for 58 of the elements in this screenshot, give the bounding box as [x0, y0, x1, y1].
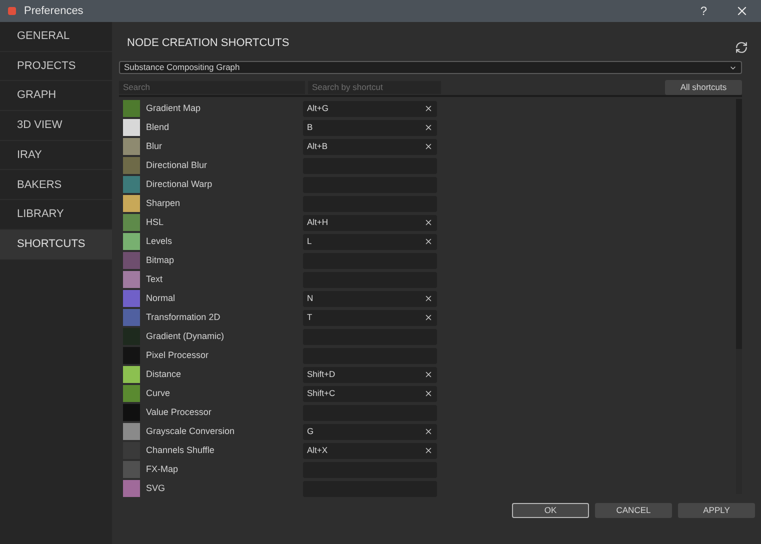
node-name: Transformation 2D [146, 310, 222, 324]
clear-icon[interactable] [424, 389, 433, 398]
node-name: Directional Blur [146, 158, 208, 172]
node-name: Curve [146, 386, 172, 400]
node-name: Blend [146, 120, 170, 134]
shortcut-field[interactable]: N [303, 290, 437, 306]
shortcut-field[interactable]: G [303, 424, 437, 440]
node-name: Blur [146, 140, 164, 153]
shortcut-field[interactable]: Alt+X [303, 442, 437, 458]
dialog-button[interactable]: CANCEL [595, 503, 672, 518]
node-name: Normal [146, 292, 176, 305]
clear-icon[interactable] [424, 218, 433, 227]
clear-icon[interactable] [424, 142, 433, 151]
search-field[interactable]: Search [119, 80, 305, 94]
node-name: Pixel Processor [146, 348, 210, 362]
clear-icon[interactable] [424, 370, 433, 379]
node-name: Directional Warp [146, 178, 214, 191]
shortcut-search-field[interactable]: Search by shortcut [308, 80, 441, 94]
clear-icon[interactable] [424, 123, 433, 132]
clear-icon[interactable] [424, 237, 433, 246]
shortcut-field[interactable]: B [303, 120, 437, 136]
node-name: Levels [146, 234, 174, 248]
app-logo-icon [8, 7, 16, 15]
clear-icon[interactable] [424, 313, 433, 322]
node-name: Distance [146, 368, 182, 381]
close-icon[interactable] [735, 4, 749, 18]
clear-icon[interactable] [424, 294, 433, 303]
clear-icon[interactable] [424, 427, 433, 436]
graph-type-dropdown[interactable]: Substance Compositing Graph [119, 61, 742, 74]
shortcut-field[interactable]: Shift+D [303, 366, 437, 382]
node-name: Sharpen [146, 196, 182, 210]
node-name: HSL [146, 216, 165, 229]
node-name: Bitmap [146, 254, 176, 267]
clear-icon[interactable] [424, 104, 433, 113]
dialog-button[interactable]: OK [512, 503, 589, 518]
dialog-button[interactable]: APPLY [678, 503, 755, 518]
node-name: Gradient Map [146, 102, 202, 115]
clear-icon[interactable] [424, 446, 433, 455]
node-name: Channels Shuffle [146, 444, 216, 457]
all-shortcuts-button[interactable]: All shortcuts [665, 80, 742, 94]
window-title: Preferences [24, 4, 84, 19]
node-name: Text [146, 272, 164, 286]
shortcut-field[interactable]: Alt+B [303, 138, 437, 154]
shortcut-field[interactable]: Alt+H [303, 214, 437, 230]
node-name: FX-Map [146, 462, 180, 476]
sidebar-item[interactable]: SHORTCUTS [0, 230, 112, 260]
shortcut-field[interactable]: T [303, 310, 437, 326]
help-icon[interactable]: ? [700, 2, 707, 20]
panel-title: NODE CREATION SHORTCUTS [127, 36, 290, 51]
shortcut-field[interactable]: Shift+C [303, 386, 437, 402]
node-name: SVG [146, 482, 166, 495]
reset-icon[interactable] [735, 40, 748, 54]
node-name: Grayscale Conversion [146, 424, 236, 438]
sidebar-item[interactable]: PROJECTS [0, 52, 112, 82]
node-name: Value Processor [146, 406, 212, 419]
shortcut-field[interactable]: Alt+G [303, 100, 437, 116]
shortcut-field[interactable]: L [303, 234, 437, 250]
node-name: Gradient (Dynamic) [146, 330, 226, 343]
